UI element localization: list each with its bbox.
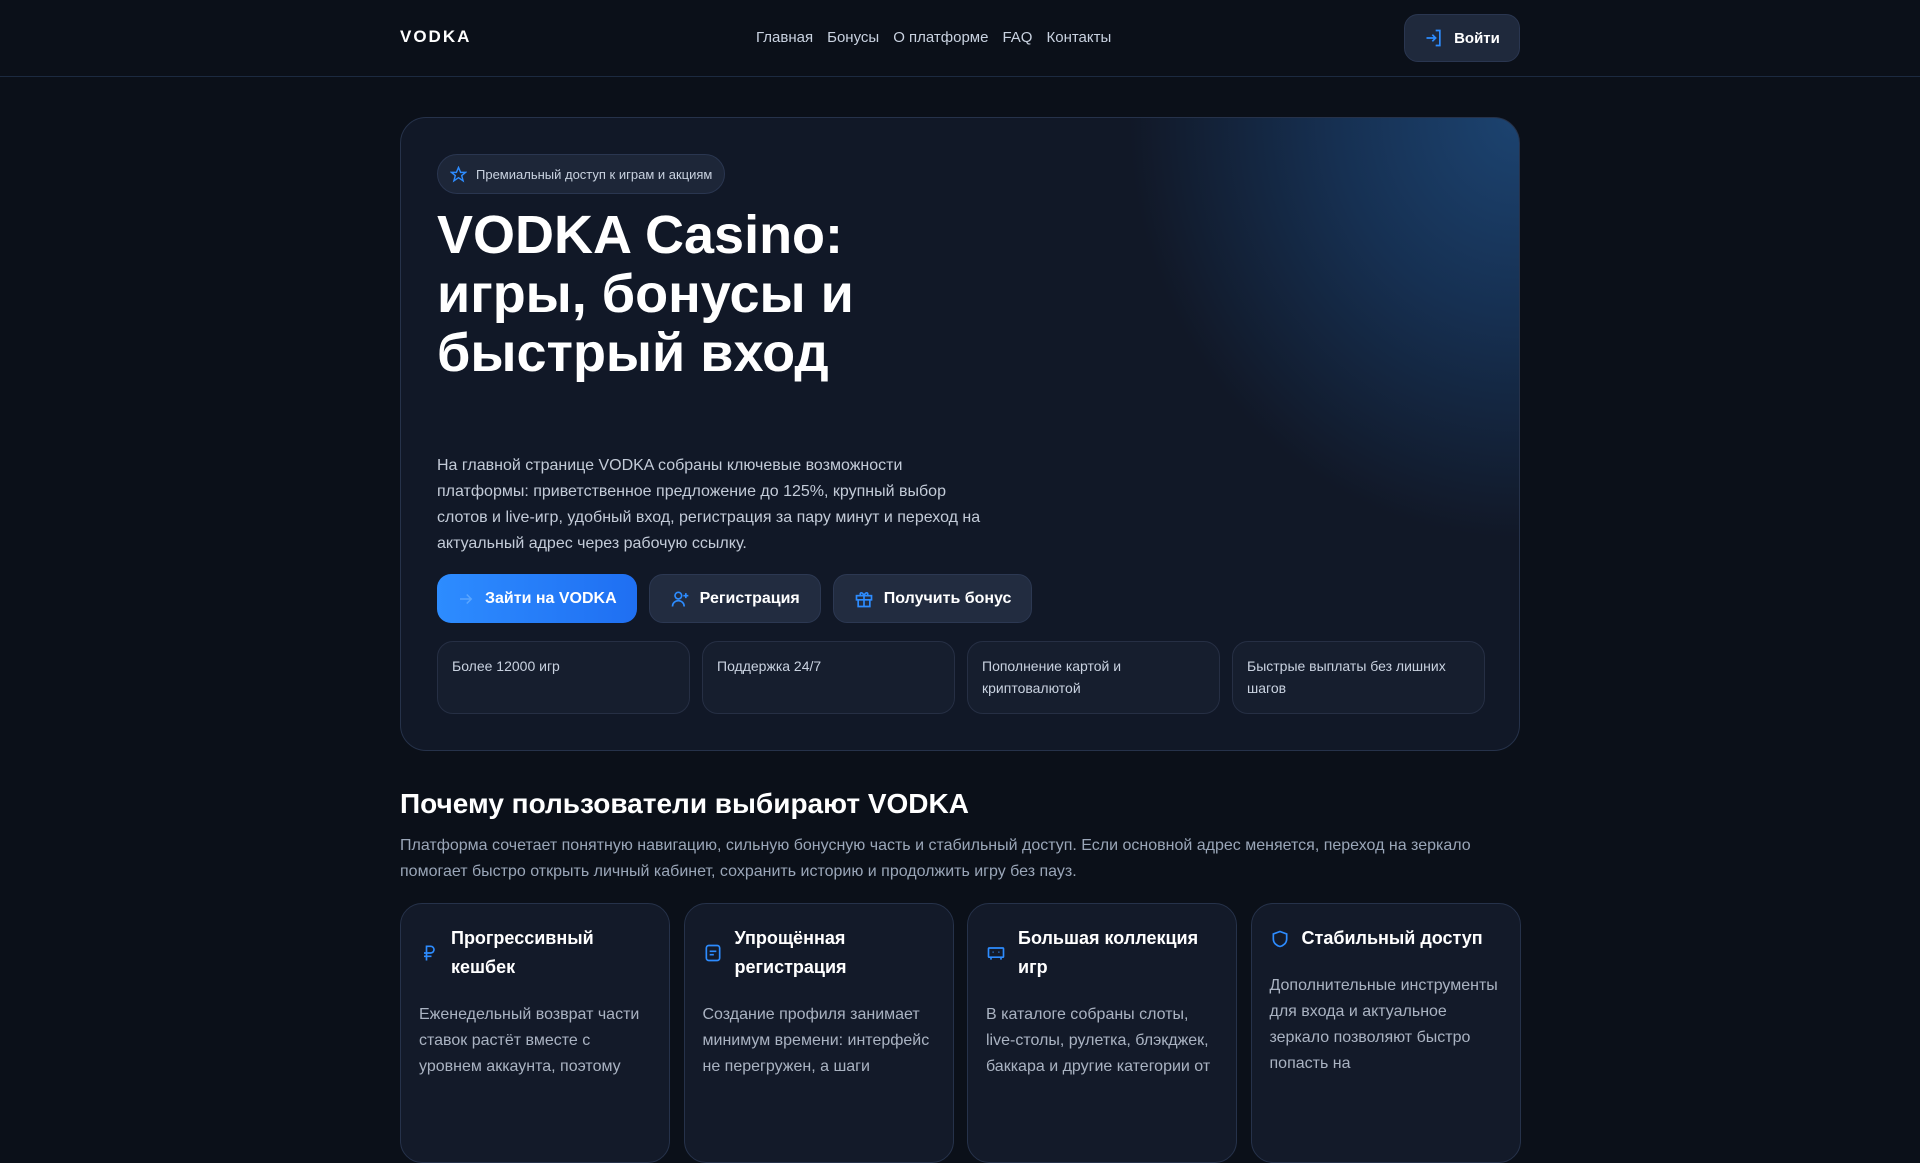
bonus-label: Получить бонус xyxy=(883,589,1012,607)
cashback-icon xyxy=(419,942,439,964)
header: VODKA Главная Бонусы О платформе FAQ Кон… xyxy=(0,0,1920,77)
section-description: Платформа сочетает понятную навигацию, с… xyxy=(400,837,1471,880)
nav-about[interactable]: О платформе xyxy=(893,29,988,46)
why-cards: Прогрессивный кешбек Еженедельный возвра… xyxy=(400,903,1521,1163)
hero-card: Премиальный доступ к играм и акциям VODK… xyxy=(400,117,1520,751)
login-label: Войти xyxy=(1454,29,1500,47)
card-games: Большая коллекция игр В каталоге собраны… xyxy=(967,903,1237,1163)
card-text: Создание профиля занимает минимум времен… xyxy=(702,1006,930,1075)
enter-button[interactable]: Зайти на VODKA xyxy=(437,574,637,623)
badge-text: Премиальный доступ к играм и акциям xyxy=(476,166,713,182)
star-icon xyxy=(450,165,467,183)
feature-item: Более 12000 игр xyxy=(437,641,690,714)
login-icon xyxy=(1424,28,1444,48)
game-icon xyxy=(986,942,1006,964)
card-text: Дополнительные инструменты для входа и а… xyxy=(1269,977,1498,1072)
hero-badge: Премиальный доступ к играм и акциям xyxy=(437,154,726,194)
main-nav: Главная Бонусы О платформе FAQ Контакты xyxy=(756,29,1111,46)
hero-actions: Зайти на VODKA Регистрация Получить бону… xyxy=(437,574,1033,623)
card-text: В каталоге собраны слоты, live-столы, ру… xyxy=(986,1006,1211,1075)
feature-item: Быстрые выплаты без лишних шагов xyxy=(1232,641,1485,714)
arrow-right-icon xyxy=(457,590,475,608)
user-plus-icon xyxy=(670,589,690,609)
nav-contacts[interactable]: Контакты xyxy=(1046,29,1111,46)
feature-item: Пополнение картой и криптовалютой xyxy=(967,641,1220,714)
login-button[interactable]: Войти xyxy=(1404,14,1520,62)
card-title: Упрощённая регистрация xyxy=(734,928,847,977)
form-icon xyxy=(703,942,723,964)
shield-icon xyxy=(1270,928,1290,950)
feature-item: Поддержка 24/7 xyxy=(702,641,955,714)
hero-description: На главной странице VODKA собраны ключев… xyxy=(437,457,981,552)
section-title: Почему пользователи выбирают VODKA xyxy=(400,788,969,819)
register-button[interactable]: Регистрация xyxy=(648,574,821,623)
card-access: Стабильный доступ Дополнительные инструм… xyxy=(1250,903,1521,1163)
card-title: Стабильный доступ xyxy=(1301,928,1483,948)
gift-icon xyxy=(854,589,874,609)
card-title: Прогрессивный кешбек xyxy=(451,928,594,977)
bonus-button[interactable]: Получить бонус xyxy=(832,574,1033,623)
enter-label: Зайти на VODKA xyxy=(485,589,617,607)
card-text: Еженедельный возврат части ставок растёт… xyxy=(419,1006,640,1075)
card-registration: Упрощённая регистрация Создание профиля … xyxy=(683,903,954,1163)
logo[interactable]: VODKA xyxy=(400,27,471,47)
nav-faq[interactable]: FAQ xyxy=(1002,29,1032,46)
card-title: Большая коллекция игр xyxy=(1018,928,1199,977)
hero-title: VODKA Casino: игры, бонусы и быстрый вхо… xyxy=(437,205,854,383)
nav-bonuses[interactable]: Бонусы xyxy=(827,29,879,46)
nav-home[interactable]: Главная xyxy=(756,29,813,46)
hero-features: Более 12000 игр Поддержка 24/7 Пополнени… xyxy=(437,641,1485,714)
card-cashback: Прогрессивный кешбек Еженедельный возвра… xyxy=(400,903,670,1163)
register-label: Регистрация xyxy=(699,589,800,607)
